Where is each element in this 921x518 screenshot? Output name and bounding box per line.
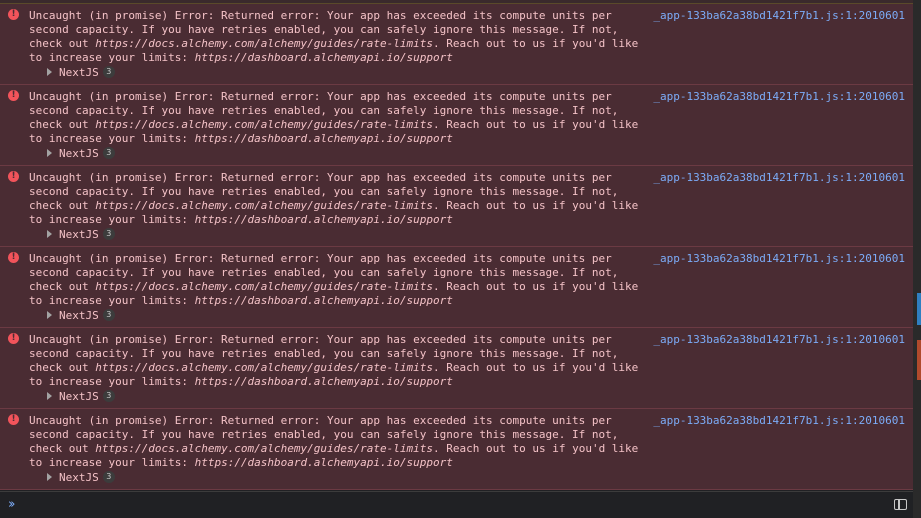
error-message-text: Uncaught (in promise) Error: Returned er… — [29, 9, 645, 64]
expand-triangle-icon — [47, 68, 52, 76]
console-input-bar[interactable]: ›› — [0, 491, 913, 518]
console-messages: ! Uncaught (in promise) Error: Returned … — [0, 4, 913, 491]
expand-triangle-icon — [47, 311, 52, 319]
console-error-message[interactable]: ! Uncaught (in promise) Error: Returned … — [0, 85, 913, 166]
stack-count-badge: 3 — [102, 228, 115, 240]
expand-triangle-icon — [47, 230, 52, 238]
stack-trace-toggle[interactable]: NextJS 3 — [47, 470, 115, 484]
docs-url[interactable]: https://docs.alchemy.com/alchemy/guides/… — [95, 37, 433, 50]
support-url[interactable]: https://dashboard.alchemyapi.io/support — [195, 375, 453, 388]
stack-group-label: NextJS — [59, 227, 99, 241]
error-message-text: Uncaught (in promise) Error: Returned er… — [29, 252, 645, 307]
console-error-message[interactable]: ! Uncaught (in promise) Error: Returned … — [0, 409, 913, 490]
console-error-message[interactable]: ! Uncaught (in promise) Error: Returned … — [0, 328, 913, 409]
error-message-text: Uncaught (in promise) Error: Returned er… — [29, 414, 645, 469]
stack-count-badge: 3 — [102, 390, 115, 402]
docs-url[interactable]: https://docs.alchemy.com/alchemy/guides/… — [95, 199, 433, 212]
source-location-link[interactable]: _app-133ba62a38bd1421f7b1.js:1:2010601 — [653, 90, 905, 104]
error-icon: ! — [8, 90, 19, 101]
docs-url[interactable]: https://docs.alchemy.com/alchemy/guides/… — [95, 442, 433, 455]
stack-trace-toggle[interactable]: NextJS 3 — [47, 65, 115, 79]
scrollbar-marker — [917, 340, 921, 380]
support-url[interactable]: https://dashboard.alchemyapi.io/support — [195, 132, 453, 145]
prompt-chevron-icon: ›› — [8, 497, 16, 512]
stack-group-label: NextJS — [59, 146, 99, 160]
support-url[interactable]: https://dashboard.alchemyapi.io/support — [195, 51, 453, 64]
error-icon: ! — [8, 414, 19, 425]
error-icon: ! — [8, 171, 19, 182]
support-url[interactable]: https://dashboard.alchemyapi.io/support — [195, 456, 453, 469]
console-error-message[interactable]: ! Uncaught (in promise) Error: Returned … — [0, 4, 913, 85]
expand-triangle-icon — [47, 392, 52, 400]
stack-group-label: NextJS — [59, 308, 99, 322]
docs-url[interactable]: https://docs.alchemy.com/alchemy/guides/… — [95, 280, 433, 293]
stack-group-label: NextJS — [59, 470, 99, 484]
error-message-text: Uncaught (in promise) Error: Returned er… — [29, 90, 645, 145]
console-error-message[interactable]: ! Uncaught (in promise) Error: Returned … — [0, 166, 913, 247]
error-icon: ! — [8, 252, 19, 263]
support-url[interactable]: https://dashboard.alchemyapi.io/support — [195, 294, 453, 307]
stack-trace-toggle[interactable]: NextJS 3 — [47, 308, 115, 322]
docs-url[interactable]: https://docs.alchemy.com/alchemy/guides/… — [95, 118, 433, 131]
stack-count-badge: 3 — [102, 66, 115, 78]
source-location-link[interactable]: _app-133ba62a38bd1421f7b1.js:1:2010601 — [653, 9, 905, 23]
error-icon: ! — [8, 9, 19, 20]
stack-trace-toggle[interactable]: NextJS 3 — [47, 389, 115, 403]
source-location-link[interactable]: _app-133ba62a38bd1421f7b1.js:1:2010601 — [653, 414, 905, 428]
stack-count-badge: 3 — [102, 309, 115, 321]
stack-group-label: NextJS — [59, 389, 99, 403]
stack-count-badge: 3 — [102, 147, 115, 159]
source-location-link[interactable]: _app-133ba62a38bd1421f7b1.js:1:2010601 — [653, 252, 905, 266]
error-message-text: Uncaught (in promise) Error: Returned er… — [29, 333, 645, 388]
support-url[interactable]: https://dashboard.alchemyapi.io/support — [195, 213, 453, 226]
console-error-message[interactable]: ! Uncaught (in promise) Error: Returned … — [0, 247, 913, 328]
stack-count-badge: 3 — [102, 471, 115, 483]
docs-url[interactable]: https://docs.alchemy.com/alchemy/guides/… — [95, 361, 433, 374]
source-location-link[interactable]: _app-133ba62a38bd1421f7b1.js:1:2010601 — [653, 333, 905, 347]
stack-trace-toggle[interactable]: NextJS 3 — [47, 227, 115, 241]
scrollbar-marker — [917, 293, 921, 325]
scrollbar[interactable] — [913, 0, 921, 518]
expand-triangle-icon — [47, 149, 52, 157]
sidebar-toggle-icon[interactable] — [894, 499, 907, 510]
source-location-link[interactable]: _app-133ba62a38bd1421f7b1.js:1:2010601 — [653, 171, 905, 185]
error-message-text: Uncaught (in promise) Error: Returned er… — [29, 171, 645, 226]
expand-triangle-icon — [47, 473, 52, 481]
error-icon: ! — [8, 333, 19, 344]
stack-trace-toggle[interactable]: NextJS 3 — [47, 146, 115, 160]
stack-group-label: NextJS — [59, 65, 99, 79]
